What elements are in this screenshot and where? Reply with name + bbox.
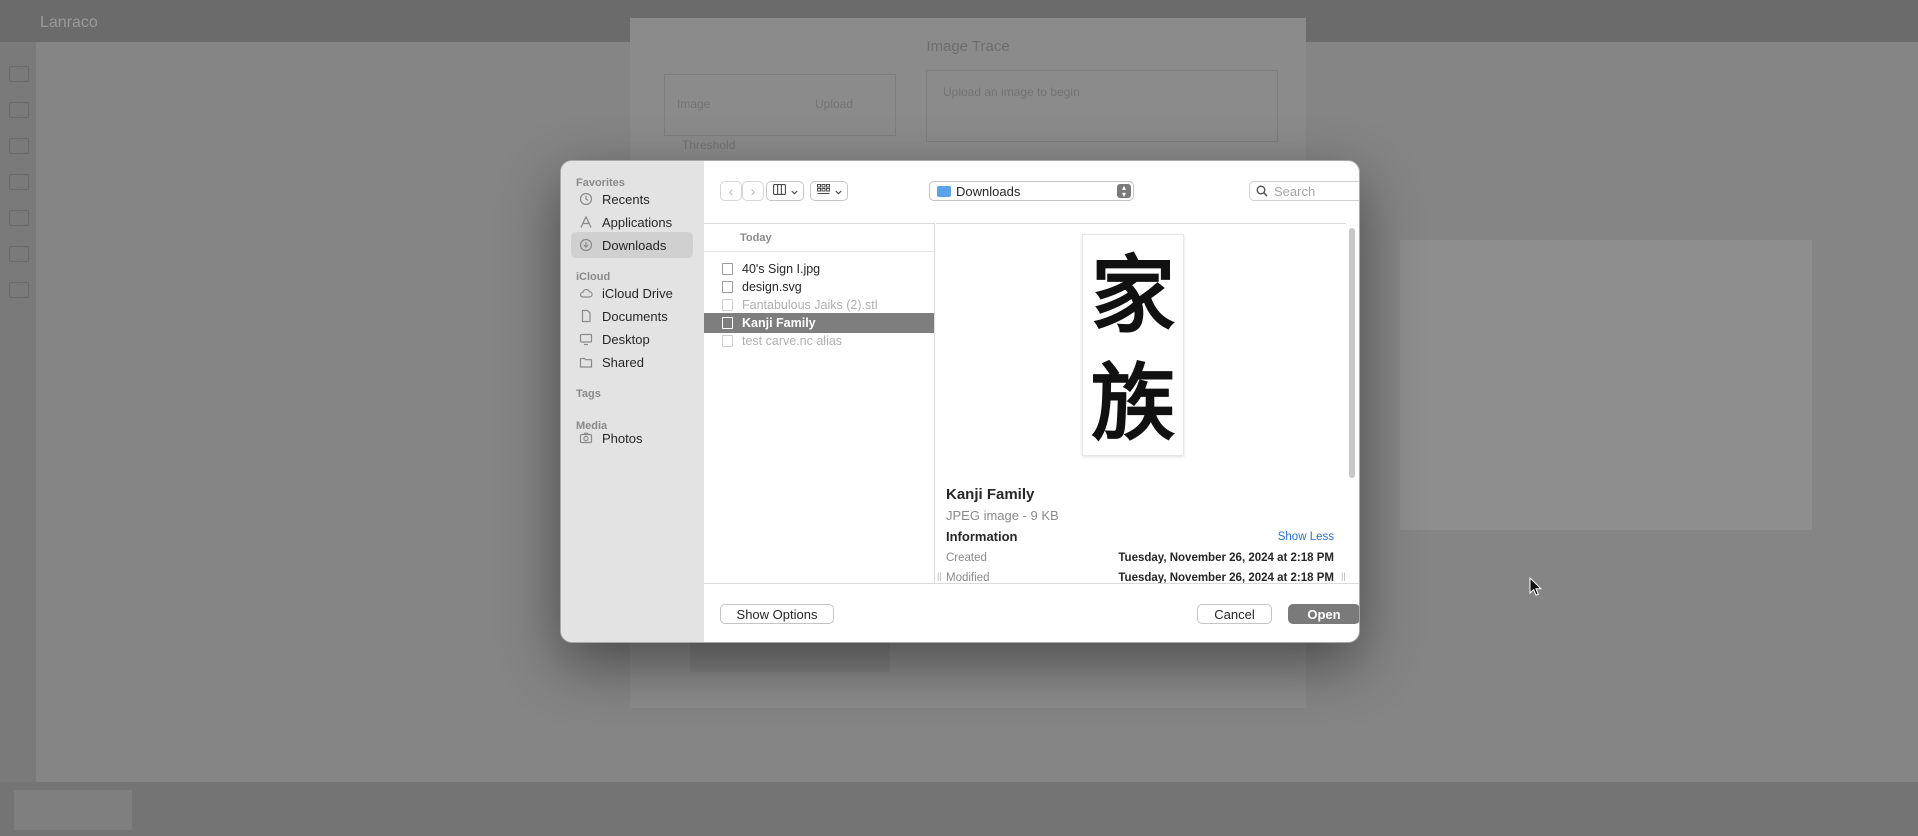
app-canvas xyxy=(1400,240,1812,530)
preview-scrollbar[interactable] xyxy=(1348,223,1356,585)
alias-file-icon xyxy=(722,335,733,347)
file-row: test carve.nc alias xyxy=(704,331,934,351)
shared-folder-icon xyxy=(579,355,593,369)
preview-file-name: Kanji Family xyxy=(946,486,1035,503)
column-resize-handle[interactable]: || xyxy=(937,571,942,581)
sidebar-item-label: Applications xyxy=(602,214,673,230)
sidebar-item-label: Downloads xyxy=(602,237,667,253)
sidebar-item-shared[interactable]: Shared xyxy=(571,349,693,375)
folder-icon xyxy=(937,185,951,197)
file-list: Today 40's Sign I.jpg design.svg Fantabu… xyxy=(704,223,934,586)
file-name: Fantabulous Jaiks (2).stl xyxy=(742,298,878,312)
file-row[interactable]: 40's Sign I.jpg xyxy=(704,259,934,279)
forward-button[interactable]: › xyxy=(742,181,764,201)
svg-text:家: 家 xyxy=(1091,246,1175,344)
open-file-dialog: Favorites Recents Applications Downloads… xyxy=(560,160,1360,643)
dialog-footer: Show Options Cancel Open xyxy=(704,583,1359,642)
preview-thumbnail: 家 族 xyxy=(1082,234,1184,456)
chevron-down-icon xyxy=(790,182,798,200)
show-options-button[interactable]: Show Options xyxy=(720,604,834,624)
file-name: design.svg xyxy=(742,280,802,294)
chevron-left-icon: ‹ xyxy=(728,183,734,199)
search-input[interactable] xyxy=(1274,183,1359,199)
created-value: Tuesday, November 26, 2024 at 2:18 PM xyxy=(1118,552,1334,564)
preview-file-kind: JPEG image - 9 KB xyxy=(946,508,1059,523)
image-file-icon xyxy=(722,317,733,329)
stepper-icon: ▴ ▾ xyxy=(1117,184,1131,199)
file-row[interactable]: design.svg xyxy=(704,277,934,297)
image-label: Image xyxy=(677,97,711,111)
kanji-image: 家 族 xyxy=(1091,246,1176,452)
sidebar-item-photos[interactable]: Photos xyxy=(571,425,693,451)
tool-icon xyxy=(9,282,29,298)
location-select[interactable]: Downloads ▴ ▾ xyxy=(929,181,1134,201)
sidebar-item-label: Shared xyxy=(602,354,644,370)
image-section: Image Upload xyxy=(664,74,896,136)
open-button[interactable]: Open xyxy=(1288,604,1359,624)
upload-area: Upload an image to begin xyxy=(926,70,1278,142)
mouse-cursor-icon xyxy=(1529,577,1543,596)
clock-icon xyxy=(579,192,593,206)
tool-icon xyxy=(9,66,29,82)
columns-view-icon xyxy=(772,182,786,200)
applications-icon xyxy=(579,215,593,229)
upload-prompt: Upload an image to begin xyxy=(943,85,1080,99)
file-name: test carve.nc alias xyxy=(742,334,843,348)
created-label: Created xyxy=(946,552,987,564)
threshold-label: Threshold xyxy=(682,138,736,152)
chevron-down-icon xyxy=(834,182,842,200)
sidebar-item-label: iCloud Drive xyxy=(602,285,673,301)
app-left-toolbar xyxy=(0,42,36,782)
dialog-toolbar: ‹ › Downloads ▴ ▾ xyxy=(704,161,1359,223)
file-preview: 家 族 Kanji Family JPEG image - 9 KB Infor… xyxy=(936,223,1346,586)
image-trace-title: Image Trace xyxy=(926,38,1010,55)
sidebar-item-downloads[interactable]: Downloads xyxy=(571,232,693,258)
tool-icon xyxy=(9,210,29,226)
chevron-right-icon: › xyxy=(750,183,756,199)
desktop-icon xyxy=(579,332,593,346)
app-bottom-bar xyxy=(0,782,1918,836)
image-file-icon xyxy=(722,263,733,275)
app-title: Lanraco xyxy=(40,14,98,31)
file-row: Fantabulous Jaiks (2).stl xyxy=(704,295,934,315)
sidebar-item-label: Documents xyxy=(602,308,668,324)
document-icon xyxy=(579,309,593,323)
svg-file-icon xyxy=(722,281,733,293)
tool-icon xyxy=(9,246,29,262)
file-name: Kanji Family xyxy=(742,316,816,330)
group-by-button[interactable] xyxy=(810,181,848,201)
column-resize-handle[interactable]: || xyxy=(1341,571,1346,581)
column-divider[interactable] xyxy=(934,223,935,585)
back-button[interactable]: ‹ xyxy=(720,181,742,201)
sidebar-item-label: Desktop xyxy=(602,331,650,347)
view-mode-button[interactable] xyxy=(766,181,804,201)
file-group-header: Today xyxy=(704,224,934,252)
tool-icon xyxy=(9,102,29,118)
information-header: Information xyxy=(946,529,1018,544)
file-name: 40's Sign I.jpg xyxy=(742,262,821,276)
search-field[interactable] xyxy=(1249,181,1359,201)
stl-file-icon xyxy=(722,299,733,311)
sidebar-item-label: Photos xyxy=(602,430,643,446)
tool-icon xyxy=(9,174,29,190)
grid-icon xyxy=(816,182,830,200)
file-row-selected[interactable]: Kanji Family xyxy=(704,313,934,333)
search-icon xyxy=(1256,185,1268,197)
sidebar: Favorites Recents Applications Downloads… xyxy=(561,161,704,642)
download-icon xyxy=(579,238,593,252)
sidebar-header-tags: Tags xyxy=(576,388,601,400)
tool-icon xyxy=(9,138,29,154)
upload-label: Upload xyxy=(815,97,854,111)
cancel-button[interactable]: Cancel xyxy=(1197,604,1272,624)
bottom-block xyxy=(14,790,132,830)
camera-icon xyxy=(579,431,593,445)
main-pane: ‹ › Downloads ▴▾ Today xyxy=(704,161,1359,642)
show-less-link[interactable]: Show Less xyxy=(1278,531,1334,543)
svg-text:族: 族 xyxy=(1091,354,1176,452)
cloud-icon xyxy=(579,286,593,300)
sidebar-item-label: Recents xyxy=(602,191,650,207)
scrollbar-thumb[interactable] xyxy=(1349,228,1355,478)
location-label: Downloads xyxy=(956,183,1021,199)
